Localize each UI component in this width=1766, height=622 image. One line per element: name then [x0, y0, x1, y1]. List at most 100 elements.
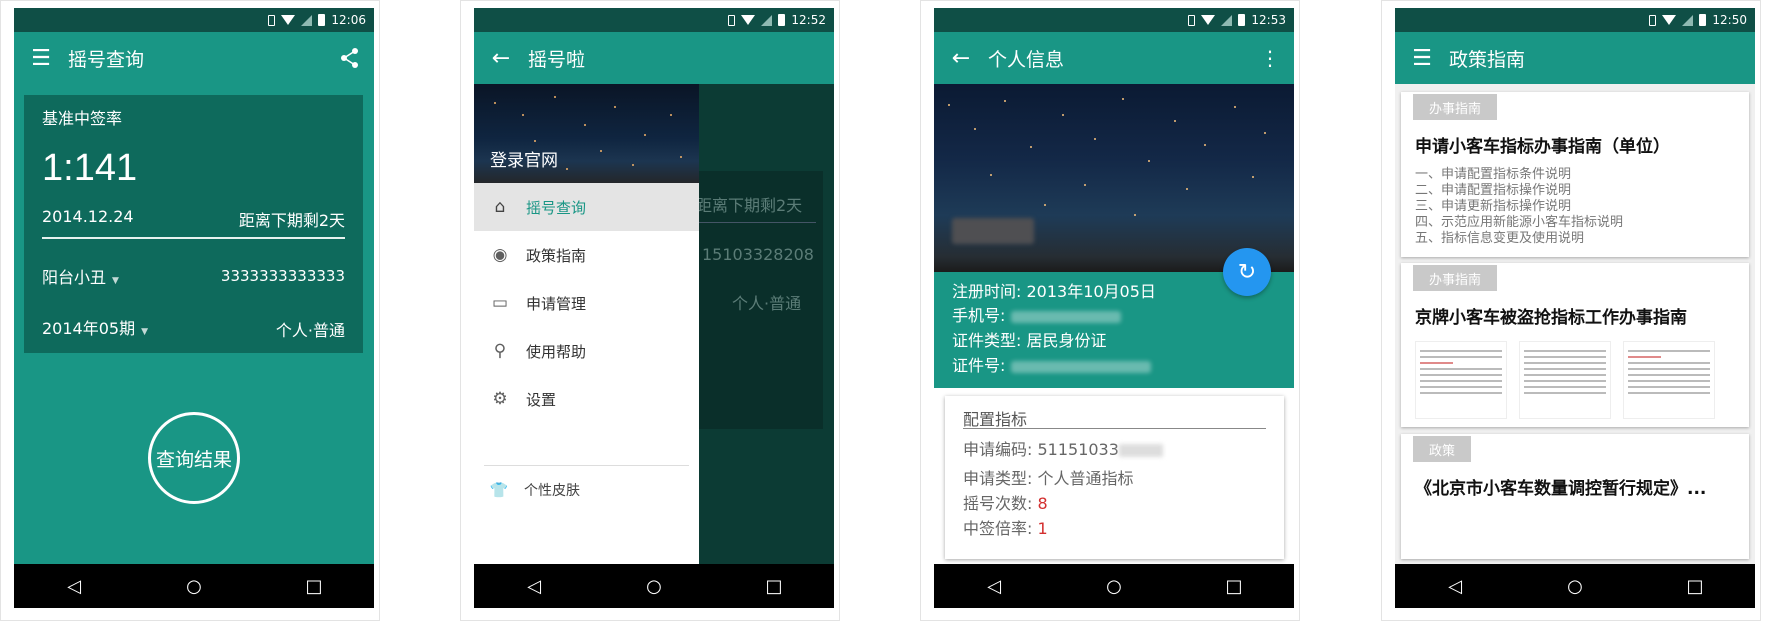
id-label: 证件号: — [952, 356, 1006, 375]
dimmed-type: 个人·普通 — [732, 294, 802, 313]
app-toolbar: ← 个人信息 ⋮ — [934, 32, 1294, 84]
drawer-item-label: 使用帮助 — [526, 342, 587, 361]
login-link[interactable]: 登录官网 — [490, 146, 558, 171]
phone-frame-policy: 12:50 ☰ 政策指南 办事指南 申请小客车指标办事指南（单位） 一、申请配置… — [1381, 0, 1761, 621]
query-result-button[interactable]: 查询结果 — [148, 412, 240, 504]
page-title: 摇号啦 — [528, 48, 586, 71]
drawer-item-label: 个性皮肤 — [524, 483, 580, 499]
apply-code: 申请编码: 51151033 — [963, 440, 1119, 459]
share-icon[interactable] — [326, 32, 374, 84]
drawer-item-application[interactable]: ▭ 申请管理 — [474, 279, 699, 327]
phone-row: 手机号: — [952, 302, 1122, 326]
period-selector[interactable]: 2014年05期 ▼ — [42, 315, 148, 339]
rate-value: 1:141 — [42, 147, 138, 189]
masked-id — [1011, 360, 1152, 373]
back-icon[interactable]: ◁ — [504, 576, 564, 597]
signal-icon — [761, 14, 773, 26]
policy-card[interactable]: 政策 《北京市小客车数量调控暂行规定》... — [1401, 434, 1749, 559]
card-title: 京牌小客车被盗抢指标工作办事指南 — [1415, 308, 1687, 328]
blurred-username — [952, 218, 1034, 244]
list-item: 五、指标信息变更及使用说明 — [1415, 231, 1585, 246]
dropdown-arrow-icon: ▼ — [141, 327, 149, 337]
signal-icon — [1682, 14, 1694, 26]
drawer-item-label: 摇号查询 — [526, 198, 587, 217]
back-icon[interactable]: ◁ — [964, 576, 1024, 597]
wrench-icon: ⚲ — [493, 341, 507, 361]
user-name: 阳台小丑 — [42, 268, 107, 287]
drawer-item-label: 政策指南 — [526, 246, 587, 265]
profile-header-image — [934, 84, 1294, 272]
home-icon[interactable]: ○ — [164, 576, 224, 597]
drawer-item-skin[interactable]: 👕 个性皮肤 — [474, 476, 699, 504]
menu-icon[interactable]: ☰ — [1395, 32, 1449, 84]
user-type: 个人·普通 — [275, 321, 345, 340]
status-bar: 12:06 — [14, 8, 374, 32]
screen-navigation-drawer: 12:52 ← 摇号啦 距离下期剩2天 15103328208 个人·普通 登录… — [474, 8, 834, 608]
drawer-header[interactable]: 登录官网 — [474, 84, 699, 183]
recents-icon[interactable]: □ — [744, 576, 804, 597]
home-icon[interactable]: ○ — [1084, 576, 1144, 597]
masked-phone — [1011, 310, 1122, 323]
card-items: 一、申请配置指标条件说明 二、申请配置指标操作说明 三、申请更新指标操作说明 四… — [1415, 167, 1623, 247]
more-options-icon[interactable]: ⋮ — [1246, 32, 1294, 84]
back-icon[interactable]: ◁ — [1425, 576, 1485, 597]
drawer-item-settings[interactable]: ⚙ 设置 — [474, 375, 699, 423]
drawer-item-label: 设置 — [526, 390, 557, 409]
recents-icon[interactable]: □ — [1204, 576, 1264, 597]
user-code: 3333333333333 — [220, 267, 345, 285]
app-toolbar: ☰ 摇号查询 — [14, 32, 374, 84]
back-icon[interactable]: ◁ — [44, 576, 104, 597]
home-icon[interactable]: ○ — [1545, 576, 1605, 597]
masked-code-suffix — [1118, 444, 1163, 457]
vibrate-icon — [1188, 14, 1196, 26]
system-navbar: ◁ ○ □ — [1395, 564, 1755, 608]
menu-icon[interactable]: ☰ — [14, 32, 68, 84]
divider — [484, 465, 689, 466]
home-icon[interactable]: ○ — [624, 576, 684, 597]
refresh-button[interactable]: ↻ — [1223, 248, 1271, 296]
back-arrow-icon[interactable]: ← — [934, 32, 988, 84]
back-arrow-icon[interactable]: ← — [474, 32, 528, 84]
wifi-icon — [281, 15, 296, 25]
policy-card[interactable]: 办事指南 申请小客车指标办事指南（单位） 一、申请配置指标条件说明 二、申请配置… — [1401, 92, 1749, 257]
win-rate-label: 中签倍率: — [963, 519, 1033, 538]
card-tag: 办事指南 — [1413, 94, 1498, 120]
battery-icon — [778, 14, 786, 26]
screen-personal-info: 12:53 ← 个人信息 ⋮ 注册时间: 2013年10月05日 手机号: 证件… — [934, 8, 1294, 608]
system-navbar: ◁ ○ □ — [474, 564, 834, 608]
refresh-icon: ↻ — [1237, 259, 1257, 285]
recents-icon[interactable]: □ — [1665, 576, 1725, 597]
wifi-icon — [741, 15, 756, 25]
battery-icon — [1238, 14, 1246, 26]
id-row: 证件号: — [952, 352, 1152, 376]
wifi-icon — [1201, 15, 1216, 25]
user-selector[interactable]: 阳台小丑 ▼ — [42, 264, 119, 288]
quota-card: 配置指标 申请编码: 51151033 申请类型: 个人普通指标 摇号次数: 8… — [945, 396, 1284, 559]
system-navbar: ◁ ○ □ — [934, 564, 1294, 608]
drawer-item-query[interactable]: ⌂ 摇号查询 — [474, 183, 699, 231]
battery-icon — [1699, 14, 1707, 26]
compass-icon: ◉ — [492, 245, 508, 265]
tshirt-icon: 👕 — [489, 481, 509, 499]
gear-icon: ⚙ — [492, 389, 508, 409]
status-bar: 12:53 — [934, 8, 1294, 32]
drawer-item-help[interactable]: ⚲ 使用帮助 — [474, 327, 699, 375]
wifi-icon — [1662, 15, 1677, 25]
divider — [42, 237, 345, 239]
apply-code-row: 申请编码: 51151033 — [963, 436, 1163, 460]
card-tag: 办事指南 — [1413, 265, 1498, 291]
drawer-item-policy[interactable]: ◉ 政策指南 — [474, 231, 699, 279]
divider — [963, 428, 1266, 429]
quota-card-title: 配置指标 — [963, 410, 1028, 429]
register-time: 注册时间: 2013年10月05日 — [952, 282, 1156, 301]
apply-type: 申请类型: 个人普通指标 — [963, 469, 1134, 488]
status-time: 12:06 — [331, 13, 366, 27]
draw-count-value: 8 — [1037, 494, 1048, 513]
document-thumbnail — [1623, 341, 1715, 419]
list-item: 二、申请配置指标操作说明 — [1415, 183, 1572, 198]
policy-card[interactable]: 办事指南 京牌小客车被盗抢指标工作办事指南 — [1401, 263, 1749, 427]
page-title: 个人信息 — [988, 48, 1065, 71]
recents-icon[interactable]: □ — [284, 576, 344, 597]
phone-frame-profile: 12:53 ← 个人信息 ⋮ 注册时间: 2013年10月05日 手机号: 证件… — [920, 0, 1300, 621]
dropdown-arrow-icon: ▼ — [112, 276, 119, 286]
